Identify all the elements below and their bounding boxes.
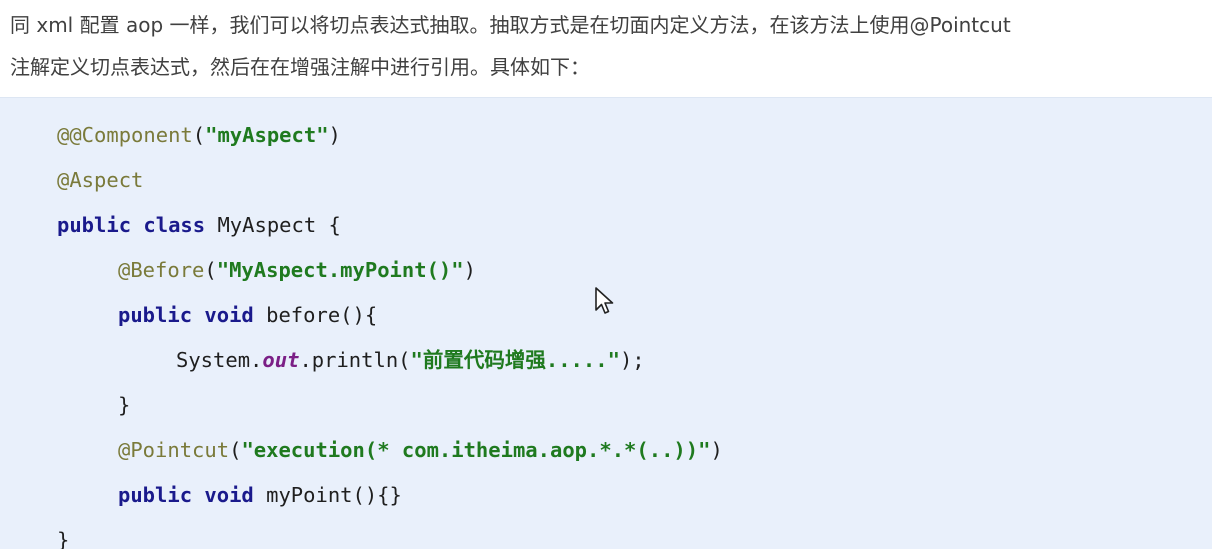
code-line-pointcut-method: public void myPoint(){} bbox=[118, 478, 402, 512]
code-text: System. bbox=[176, 348, 263, 372]
annotation-token: @@Component bbox=[57, 123, 193, 147]
string-token: "前置代码增强....." bbox=[410, 348, 620, 372]
code-line-println: System.out.println("前置代码增强....."); bbox=[176, 343, 645, 377]
code-text: ); bbox=[619, 348, 645, 372]
code-text: myPoint(){} bbox=[253, 483, 402, 507]
paren-token: ( bbox=[229, 438, 242, 462]
keyword-token: public void bbox=[118, 303, 254, 327]
annotation-token: @Pointcut bbox=[118, 438, 230, 462]
code-block: @@Component("myAspect") @Aspect public c… bbox=[0, 97, 1212, 549]
field-token: out bbox=[262, 348, 300, 372]
code-text: } bbox=[57, 528, 70, 549]
intro-line-2: 注解定义切点表达式，然后在在增强注解中进行引用。具体如下： bbox=[10, 55, 590, 79]
string-token: "MyAspect.myPoint()" bbox=[216, 258, 464, 282]
code-line-close-method: } bbox=[118, 388, 130, 422]
code-line-component-annotation: @@Component("myAspect") bbox=[57, 118, 341, 152]
code-line-aspect-annotation: @Aspect bbox=[57, 163, 143, 197]
annotation-token: @Before bbox=[118, 258, 205, 282]
string-token: "execution(* com.itheima.aop.*.*(..))" bbox=[241, 438, 711, 462]
code-line-pointcut-annotation: @Pointcut("execution(* com.itheima.aop.*… bbox=[118, 433, 723, 467]
code-text: .println( bbox=[299, 348, 411, 372]
code-line-before-annotation: @Before("MyAspect.myPoint()") bbox=[118, 253, 476, 287]
annotation-token: @Aspect bbox=[57, 168, 144, 192]
code-line-class-declaration: public class MyAspect { bbox=[57, 208, 341, 242]
code-text: before(){ bbox=[253, 303, 378, 327]
paren-token: ) bbox=[710, 438, 723, 462]
string-token: "myAspect" bbox=[205, 123, 329, 147]
page: 同 xml 配置 aop 一样，我们可以将切点表达式抽取。抽取方式是在切面内定义… bbox=[0, 0, 1212, 549]
paren-token: ) bbox=[328, 123, 341, 147]
intro-line-1: 同 xml 配置 aop 一样，我们可以将切点表达式抽取。抽取方式是在切面内定义… bbox=[10, 13, 1011, 37]
code-text: } bbox=[118, 393, 131, 417]
keyword-token: public class bbox=[57, 213, 206, 237]
code-text: MyAspect { bbox=[205, 213, 341, 237]
paren-token: ) bbox=[463, 258, 476, 282]
intro-paragraph: 同 xml 配置 aop 一样，我们可以将切点表达式抽取。抽取方式是在切面内定义… bbox=[10, 4, 1205, 88]
paren-token: ( bbox=[204, 258, 217, 282]
keyword-token: public void bbox=[118, 483, 254, 507]
code-line-close-class: } bbox=[57, 523, 69, 549]
mouse-pointer-icon bbox=[595, 287, 614, 314]
paren-token: ( bbox=[192, 123, 206, 147]
code-line-before-method: public void before(){ bbox=[118, 298, 377, 332]
